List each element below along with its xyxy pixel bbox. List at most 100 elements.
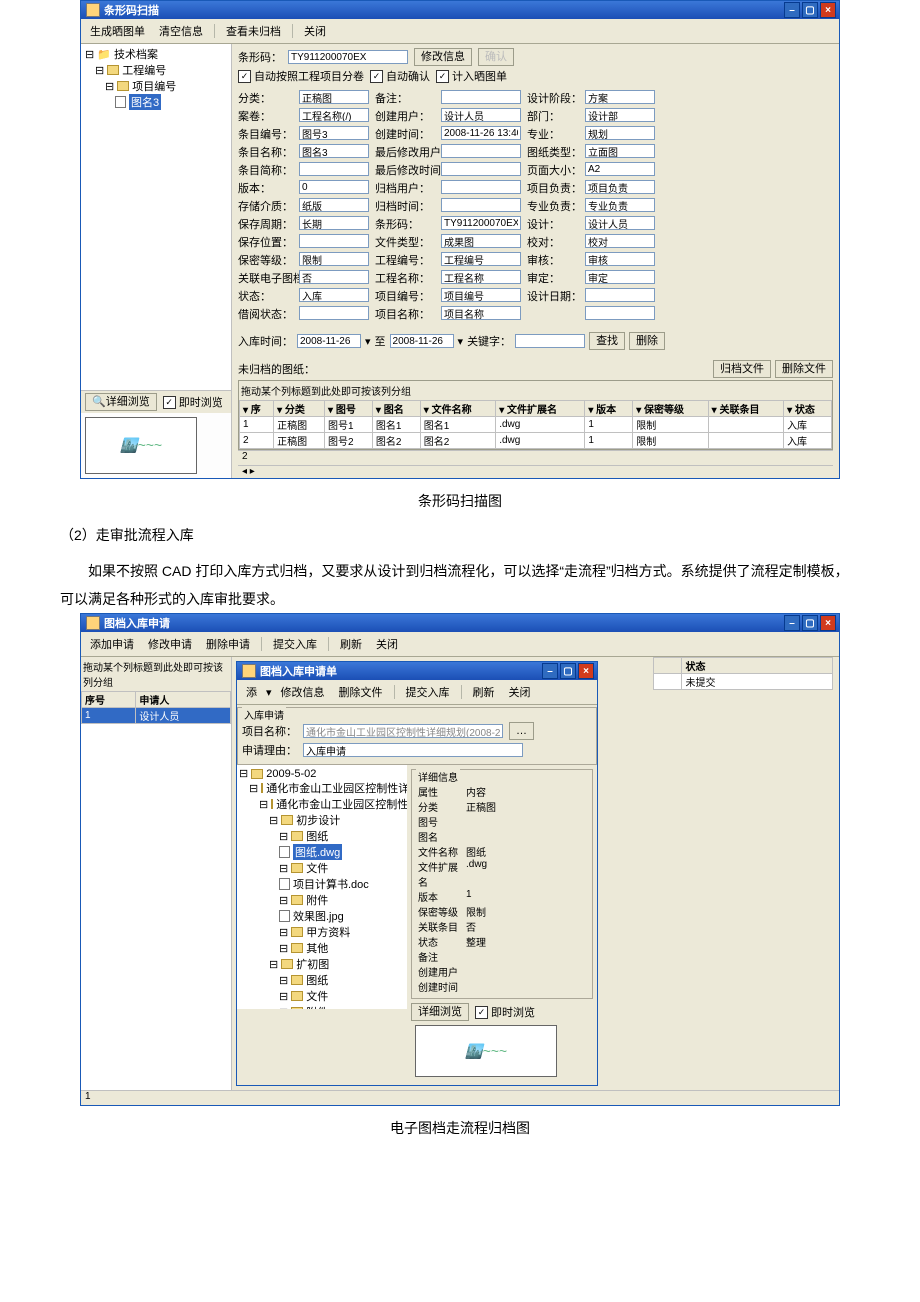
tree-node[interactable]: ⊟ 通化市金山工业园区控制性详细规划(2008-2020) (259, 796, 405, 812)
grid-header[interactable]: ▾ 关联条目 (708, 401, 783, 417)
archive-tree[interactable]: ⊟ 📁 技术档案 ⊟ 工程编号 ⊟ 项目编号 图名3 (81, 44, 231, 390)
form-input[interactable] (441, 234, 521, 248)
tree-node[interactable]: ⊟ 初步设计 (269, 812, 405, 828)
form-input[interactable] (441, 252, 521, 266)
edit-apply-button[interactable]: 修改申请 (143, 634, 197, 654)
tree-node[interactable]: ⊟ 2009-5-02 (239, 767, 405, 780)
form-input[interactable] (299, 306, 369, 320)
delete-button[interactable]: 删除 (629, 332, 665, 350)
form-input[interactable] (441, 288, 521, 302)
submit-button[interactable]: 提交入库 (268, 634, 322, 654)
form-input[interactable] (299, 180, 369, 194)
form-input[interactable] (585, 108, 655, 122)
grid-header[interactable]: ▾ 文件扩展名 (496, 401, 585, 417)
delete-file-button[interactable]: 删除文件 (775, 360, 833, 378)
form-input[interactable] (585, 162, 655, 176)
delete-apply-button[interactable]: 删除申请 (201, 634, 255, 654)
form-input[interactable] (585, 216, 655, 230)
minimize-icon[interactable]: – (784, 2, 800, 18)
form-input[interactable] (299, 234, 369, 248)
tree-node[interactable]: ⊟ 通化市金山工业园区控制性详细规划 (249, 780, 405, 796)
tree-node[interactable]: ⊟ 甲方资料 (279, 924, 405, 940)
minimize-icon[interactable]: – (784, 615, 800, 631)
form-input[interactable] (299, 108, 369, 122)
refresh-button[interactable]: 刷新 (335, 634, 367, 654)
confirm-button[interactable]: 确认 (478, 48, 514, 66)
detail-browse-button[interactable]: 详细浏览 (411, 1003, 469, 1021)
del-file-button[interactable]: 删除文件 (334, 682, 388, 702)
maximize-icon[interactable]: ▢ (802, 2, 818, 18)
maximize-icon[interactable]: ▢ (560, 663, 576, 679)
unarchived-grid[interactable]: ▾ 序▾ 分类▾ 图号▾ 图名▾ 文件名称▾ 文件扩展名▾ 版本▾ 保密等级▾ … (239, 400, 832, 449)
form-input[interactable] (441, 270, 521, 284)
apply-grid[interactable]: 序号 申请人 1 设计人员 (81, 691, 231, 724)
project-picker-button[interactable]: … (509, 722, 534, 740)
archive-file-button[interactable]: 归档文件 (713, 360, 771, 378)
grid-header[interactable]: ▾ 序 (240, 401, 274, 417)
tree-engineering[interactable]: ⊟ 工程编号 (95, 62, 227, 78)
date-from-input[interactable] (297, 334, 361, 348)
detail-browse-button[interactable]: 🔍详细浏览 (85, 393, 157, 411)
form-input[interactable] (299, 144, 369, 158)
barcode-input[interactable] (288, 50, 408, 64)
close-button[interactable]: 关闭 (371, 634, 403, 654)
tree-node[interactable]: ⊟ 图纸 (279, 972, 405, 988)
modify-info-button[interactable]: 修改信息 (414, 48, 472, 66)
form-input[interactable] (585, 126, 655, 140)
form-input[interactable] (441, 198, 521, 212)
grid-header[interactable]: ▾ 文件名称 (420, 401, 495, 417)
submit-button[interactable]: 提交入库 (401, 682, 455, 702)
form-input[interactable] (299, 288, 369, 302)
form-input[interactable] (299, 162, 369, 176)
tree-node[interactable]: ⊟ 图纸 (279, 828, 405, 844)
form-input[interactable] (299, 252, 369, 266)
form-input[interactable] (585, 198, 655, 212)
form-input[interactable] (299, 270, 369, 284)
close-icon[interactable]: × (578, 663, 594, 679)
add-apply-button[interactable]: 添加申请 (85, 634, 139, 654)
form-input[interactable] (299, 90, 369, 104)
keyword-input[interactable] (515, 334, 585, 348)
gen-print-button[interactable]: 生成晒图单 (85, 21, 150, 41)
grid-header[interactable]: ▾ 保密等级 (633, 401, 708, 417)
refresh-button[interactable]: 刷新 (468, 682, 500, 702)
minimize-icon[interactable]: – (542, 663, 558, 679)
grid-header[interactable]: ▾ 图号 (325, 401, 373, 417)
form-input[interactable] (585, 288, 655, 302)
form-input[interactable] (441, 90, 521, 104)
form-input[interactable] (299, 216, 369, 230)
form-input[interactable] (299, 198, 369, 212)
file-tree[interactable]: ⊟ 2009-5-02⊟ 通化市金山工业园区控制性详细规划⊟ 通化市金山工业园区… (237, 765, 407, 1009)
close-button[interactable]: 关闭 (504, 682, 536, 702)
form-input[interactable] (441, 162, 521, 176)
tree-node[interactable]: ⊟ 其他 (279, 940, 405, 956)
form-input[interactable] (441, 108, 521, 122)
tree-project[interactable]: ⊟ 项目编号 (105, 78, 227, 94)
auto-volume-checkbox[interactable]: 自动按照工程项目分卷 (238, 68, 364, 84)
close-icon[interactable]: × (820, 2, 836, 18)
form-input[interactable] (441, 306, 521, 320)
reason-input[interactable] (303, 743, 523, 757)
close-icon[interactable]: × (820, 615, 836, 631)
search-button[interactable]: 查找 (589, 332, 625, 350)
tree-node[interactable]: ⊟ 文件 (279, 988, 405, 1004)
instant-view-checkbox[interactable]: 即时浏览 (163, 394, 223, 410)
view-unarchived-button[interactable]: 查看未归档 (221, 21, 286, 41)
project-name-input[interactable] (303, 724, 503, 738)
tree-node[interactable]: ⊟ 文件 (279, 860, 405, 876)
tree-node[interactable]: 效果图.jpg (279, 908, 405, 924)
table-row[interactable]: 1正稿图图号1图名1图名1.dwg1限制入库 (240, 417, 832, 433)
maximize-icon[interactable]: ▢ (802, 615, 818, 631)
form-input[interactable] (299, 126, 369, 140)
form-input[interactable] (441, 216, 521, 230)
form-input[interactable] (585, 252, 655, 266)
form-input[interactable] (441, 180, 521, 194)
grid-header[interactable]: ▾ 图名 (372, 401, 420, 417)
instant-view-checkbox[interactable]: 即时浏览 (475, 1004, 535, 1020)
tree-root[interactable]: ⊟ 📁 技术档案 (85, 46, 227, 62)
tree-file[interactable]: 图名3 (115, 94, 227, 110)
form-input[interactable] (441, 126, 521, 140)
form-input[interactable] (441, 144, 521, 158)
edit-info-button[interactable]: 修改信息 (276, 682, 330, 702)
clear-button[interactable]: 清空信息 (154, 21, 208, 41)
